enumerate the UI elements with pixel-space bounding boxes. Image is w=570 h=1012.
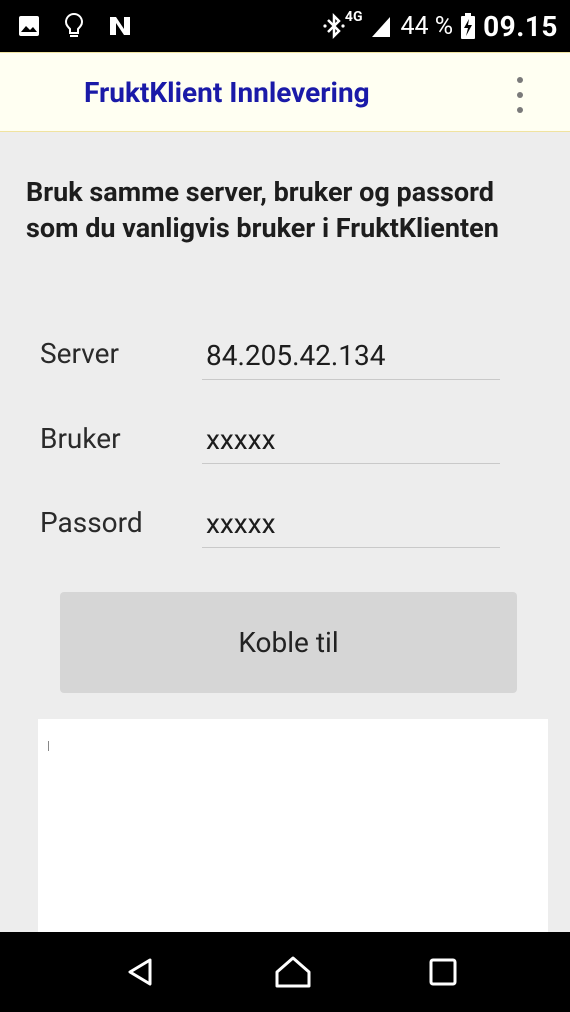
clock: 09.15: [483, 9, 558, 43]
app-bar: FruktKlient Innlevering: [0, 52, 570, 132]
battery-charging-icon: [461, 13, 476, 39]
connect-button[interactable]: Koble til: [60, 592, 517, 693]
home-icon[interactable]: [248, 932, 338, 1012]
bluetooth-icon: [323, 12, 345, 40]
menu-dot: [517, 92, 523, 98]
image-icon: [18, 15, 40, 37]
app-title: FruktKlient Innlevering: [84, 76, 370, 109]
network-type: 4G: [344, 9, 363, 25]
user-input[interactable]: [202, 416, 500, 464]
status-bar: 4G 44 % 09.15: [0, 0, 570, 52]
password-input[interactable]: [202, 500, 500, 548]
back-icon[interactable]: [95, 932, 185, 1012]
more-vert-icon[interactable]: [508, 77, 532, 113]
signal-icon: [370, 13, 392, 39]
log-textarea[interactable]: [38, 719, 548, 932]
user-label: Bruker: [40, 422, 121, 455]
battery-percent: 44 %: [400, 11, 454, 41]
menu-dot: [517, 107, 523, 113]
bulb-icon: [64, 12, 84, 40]
password-label: Passord: [40, 506, 143, 539]
server-label: Server: [40, 337, 119, 370]
status-left: [18, 12, 156, 40]
status-right: 4G 44 % 09.15: [315, 9, 558, 43]
server-input[interactable]: [202, 332, 500, 380]
recents-icon[interactable]: [398, 932, 488, 1012]
navigation-bar: [0, 932, 570, 1012]
instructions-text: Bruk samme server, bruker og passord som…: [26, 176, 499, 244]
text-cursor: [48, 741, 49, 751]
menu-dot: [517, 77, 523, 83]
nfc-icon: [108, 15, 132, 37]
